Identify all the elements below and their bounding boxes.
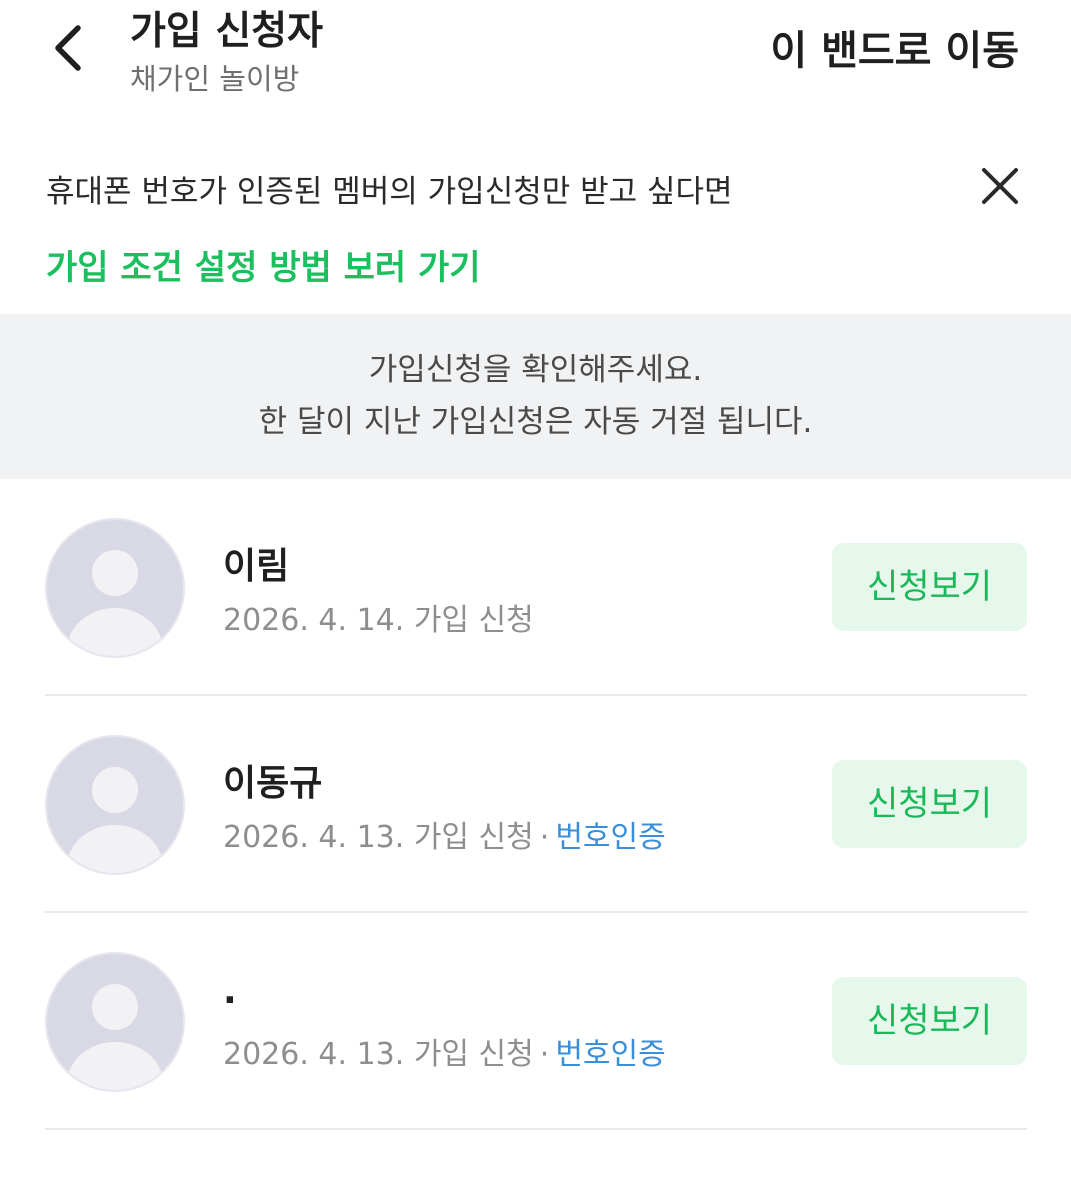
phone-verified-badge: 번호인증 xyxy=(555,820,666,855)
applicant-row: 이동규 2026. 4. 13. 가입 신청 · 번호인증 신청보기 xyxy=(45,696,1027,913)
back-button[interactable] xyxy=(44,18,94,78)
info-box: 가입신청을 확인해주세요. 한 달이 지난 가입신청은 자동 거절 됩니다. xyxy=(0,314,1071,479)
applicant-name: 이동규 xyxy=(223,763,323,804)
default-profile-icon xyxy=(67,984,163,1090)
applicant-meta: 2026. 4. 13. 가입 신청 · 번호인증 xyxy=(223,812,666,856)
notice-banner: 휴대폰 번호가 인증된 멤버의 가입신청만 받고 싶다면 가입 조건 설정 방법… xyxy=(0,150,1071,315)
applicant-name: . xyxy=(223,971,237,1012)
view-request-button[interactable]: 신청보기 xyxy=(832,760,1027,848)
join-requests-page: 가입 신청자 채가인 놀이방 이 밴드로 이동 휴대폰 번호가 인증된 멤버의 … xyxy=(0,0,1071,1200)
page-title: 가입 신청자 xyxy=(130,9,323,54)
request-date: 2026. 4. 13. 가입 신청 xyxy=(223,820,534,855)
applicant-meta: 2026. 4. 14. 가입 신청 xyxy=(223,595,534,639)
applicant-name: 이림 xyxy=(223,546,290,587)
go-to-band-button[interactable]: 이 밴드로 이동 xyxy=(770,18,1019,76)
band-name: 채가인 놀이방 xyxy=(130,62,300,96)
view-request-button[interactable]: 신청보기 xyxy=(832,543,1027,631)
separator-dot: · xyxy=(539,820,550,855)
applicant-list: 이림 2026. 4. 14. 가입 신청 신청보기 이동규 2026. 4. … xyxy=(45,479,1027,1130)
app-header: 가입 신청자 채가인 놀이방 이 밴드로 이동 xyxy=(0,0,1071,120)
chevron-left-icon xyxy=(55,25,81,71)
notice-text: 휴대폰 번호가 인증된 멤버의 가입신청만 받고 싶다면 xyxy=(46,174,733,210)
avatar[interactable] xyxy=(45,952,185,1092)
avatar[interactable] xyxy=(45,735,185,875)
applicant-meta: 2026. 4. 13. 가입 신청 · 번호인증 xyxy=(223,1029,666,1073)
applicant-row: . 2026. 4. 13. 가입 신청 · 번호인증 신청보기 xyxy=(45,913,1027,1130)
info-line: 가입신청을 확인해주세요. xyxy=(368,352,703,388)
close-icon xyxy=(982,168,1018,204)
avatar[interactable] xyxy=(45,518,185,658)
default-profile-icon xyxy=(67,550,163,656)
notice-close-button[interactable] xyxy=(980,166,1020,206)
info-line: 한 달이 지난 가입신청은 자동 거절 됩니다. xyxy=(258,404,813,440)
separator-dot: · xyxy=(539,1037,550,1072)
join-condition-guide-link[interactable]: 가입 조건 설정 방법 보러 가기 xyxy=(46,240,481,289)
request-date: 2026. 4. 13. 가입 신청 xyxy=(223,1037,534,1072)
applicant-row: 이림 2026. 4. 14. 가입 신청 신청보기 xyxy=(45,479,1027,696)
request-date: 2026. 4. 14. 가입 신청 xyxy=(223,603,534,638)
view-request-button[interactable]: 신청보기 xyxy=(832,977,1027,1065)
default-profile-icon xyxy=(67,767,163,873)
phone-verified-badge: 번호인증 xyxy=(555,1037,666,1072)
